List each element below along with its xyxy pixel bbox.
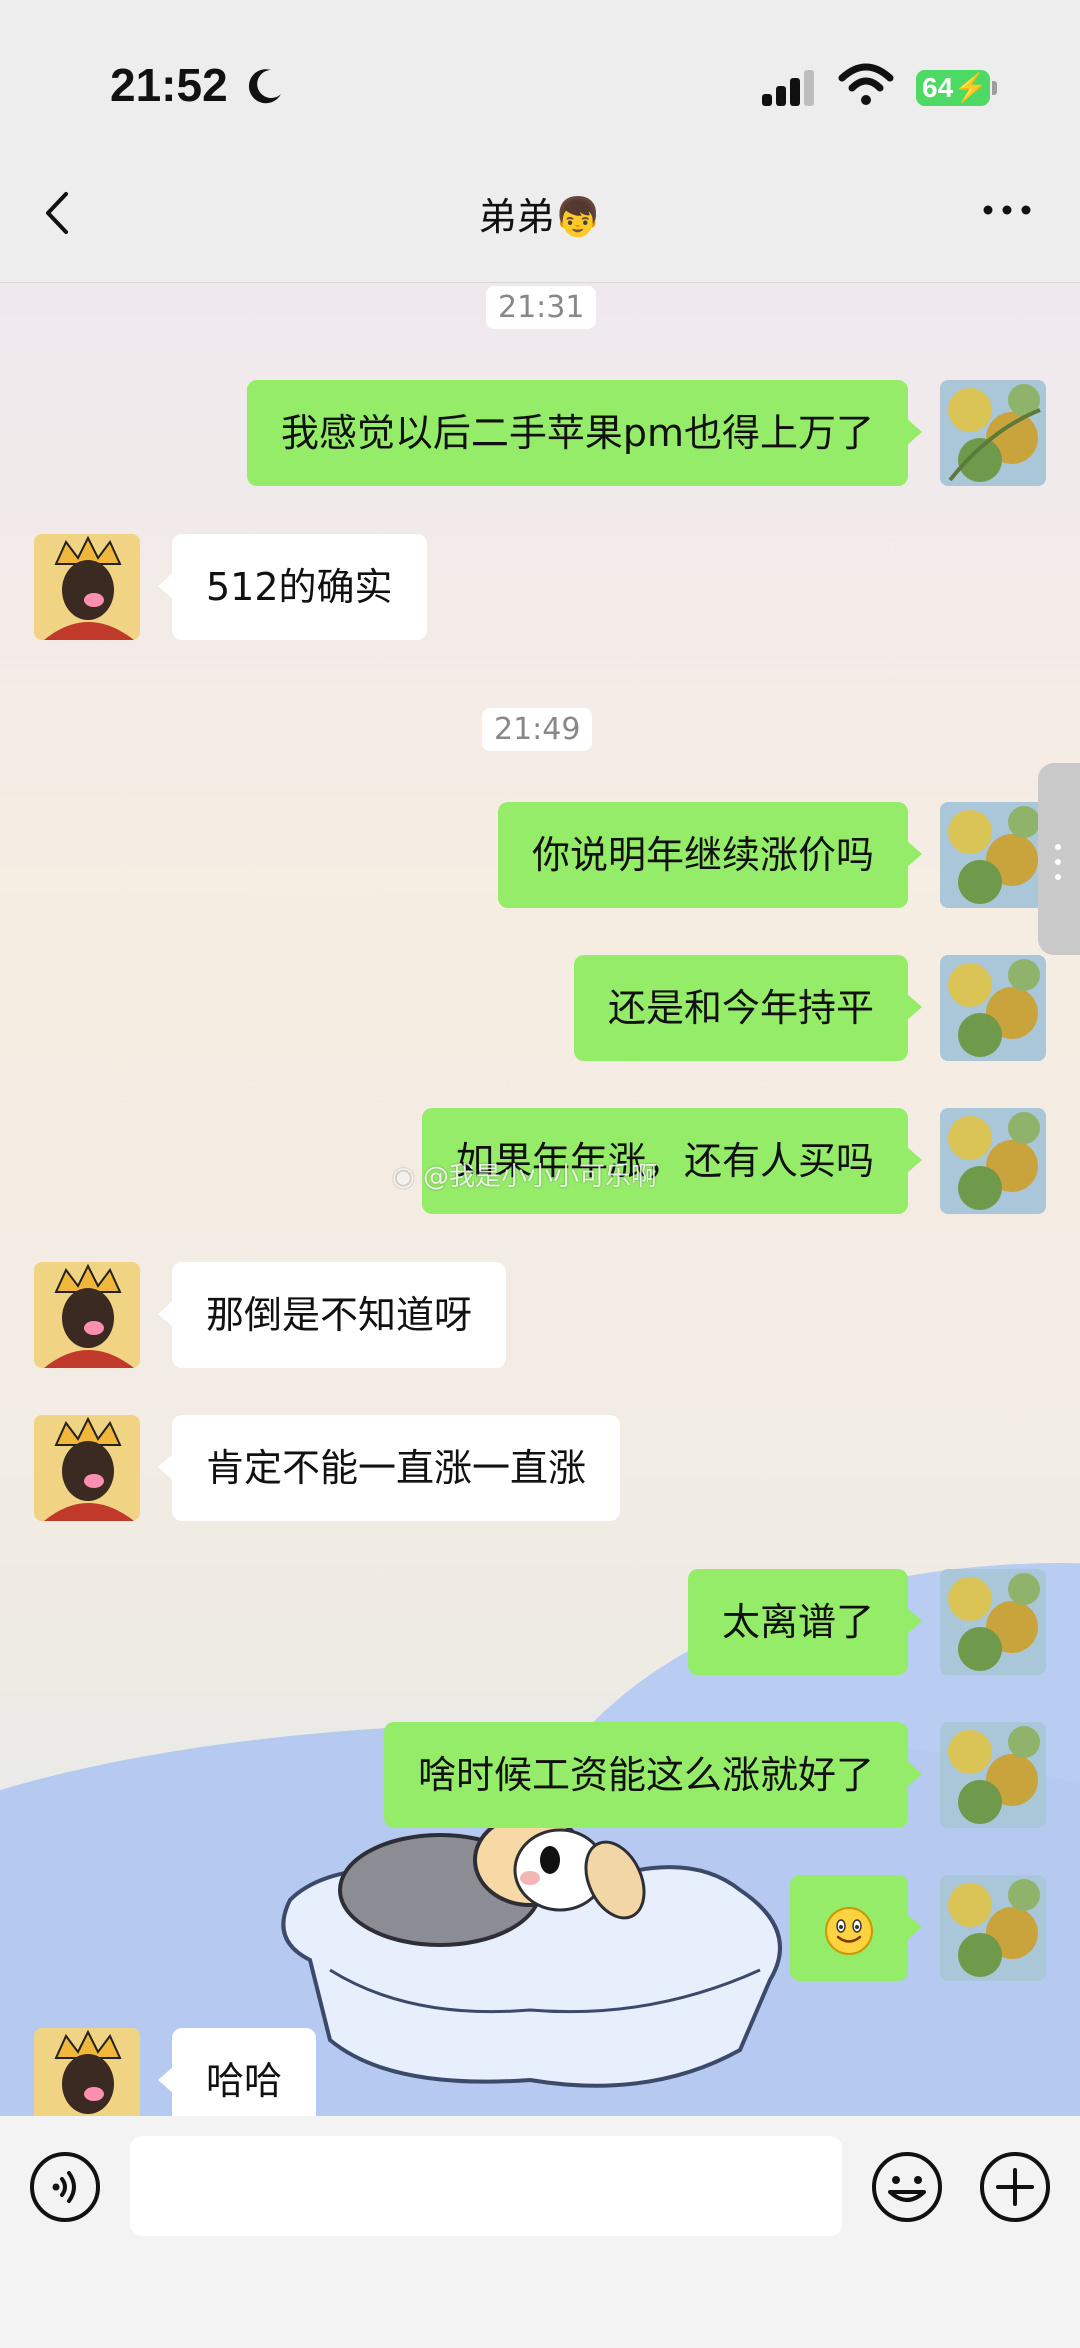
status-time: 21:52 [110, 59, 228, 111]
battery-tip [992, 81, 997, 95]
message-bubble-sent[interactable]: 啥时候工资能这么涨就好了 [383, 1722, 923, 1828]
message-bubble-sent[interactable] [790, 1875, 922, 1981]
message-bubble-received[interactable]: 那倒是不知道呀 [157, 1262, 507, 1368]
emoji-icon[interactable] [870, 2150, 944, 2224]
my-avatar[interactable] [940, 1875, 1046, 1981]
message-input[interactable] [130, 2136, 842, 2236]
signal-icon [762, 70, 814, 106]
drag-dots-icon [1055, 844, 1061, 880]
my-avatar[interactable] [940, 380, 1046, 486]
my-avatar[interactable] [940, 955, 1046, 1061]
voice-icon[interactable] [28, 2150, 102, 2224]
message-bubble-sent[interactable]: 还是和今年持平 [573, 955, 923, 1061]
chat-screen: 21:52 64⚡ 弟弟👦 21:31 我感觉以后二手苹果pm也得上万了 512… [0, 0, 1080, 2348]
penguin-ice-illustration [281, 1820, 782, 2088]
message-bubble-sent[interactable]: 太离谱了 [687, 1569, 923, 1675]
weibo-watermark: ◉ @我是小小小可乐啊 [392, 1162, 657, 1192]
chat-title: 弟弟👦 [478, 195, 602, 239]
more-dots-icon[interactable] [982, 200, 1032, 220]
watermark-text: @我是小小小可乐啊 [422, 1162, 657, 1192]
my-avatar[interactable] [940, 1569, 1046, 1675]
my-avatar[interactable] [940, 802, 1046, 908]
my-avatar[interactable] [940, 1108, 1046, 1214]
message-bubble-sent[interactable]: 我感觉以后二手苹果pm也得上万了 [246, 380, 923, 486]
smile-emoji-icon [825, 1906, 873, 1955]
timestamp: 21:49 [482, 708, 593, 751]
wifi-icon [838, 63, 894, 105]
plus-icon[interactable] [978, 2150, 1052, 2224]
battery-charging-icon: 64⚡ [916, 70, 990, 106]
moon-icon [248, 69, 281, 104]
message-bubble-received[interactable]: 肯定不能一直涨一直涨 [157, 1415, 621, 1521]
peer-avatar[interactable] [34, 534, 140, 640]
timestamp: 21:31 [486, 286, 597, 329]
peer-avatar[interactable] [34, 1415, 140, 1521]
message-bubble-sent[interactable]: 你说明年继续涨价吗 [497, 802, 923, 908]
peer-avatar[interactable] [34, 1262, 140, 1368]
my-avatar[interactable] [940, 1722, 1046, 1828]
battery-level: 64 [922, 72, 954, 103]
message-bubble-received[interactable]: 512的确实 [158, 534, 427, 640]
